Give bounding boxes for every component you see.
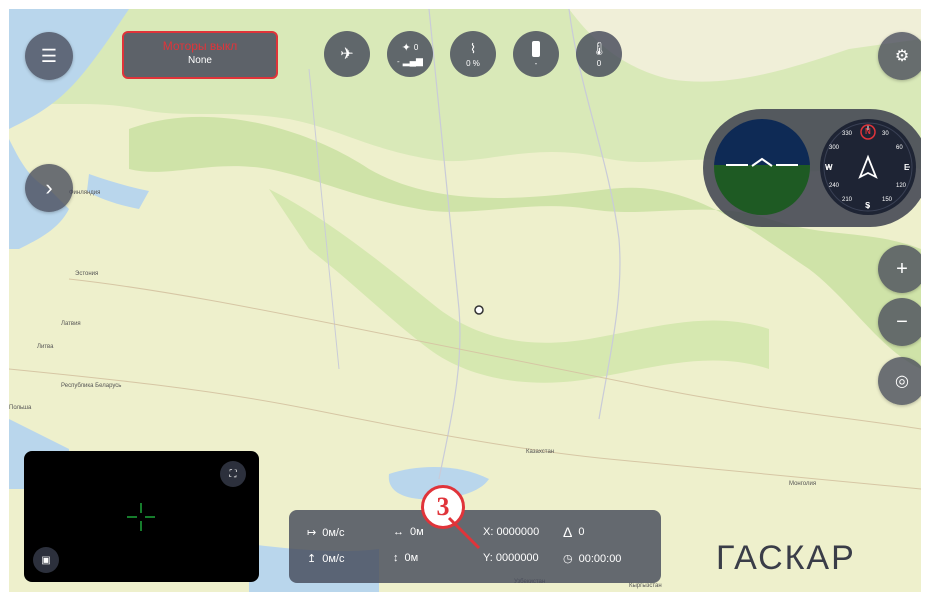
temperature-value: 0 (596, 58, 602, 68)
compass-w: W (825, 163, 833, 172)
map-label: Литва (37, 344, 54, 350)
vertical-speed: ↥ 0м/с (307, 552, 345, 566)
wifi-off-icon: ⌇ (469, 40, 477, 56)
battery-icon (532, 40, 540, 57)
menu-button[interactable]: ☰ (25, 32, 73, 80)
horizontal-speed: ↦ 0м/с (307, 526, 345, 540)
distance-icon: ↔ (393, 526, 404, 538)
compass: N E S W 30 60 120 150 210 240 300 330 (820, 119, 916, 215)
compass-tick: 120 (896, 183, 907, 189)
compass-tick: 240 (829, 183, 840, 189)
coord-y: Y: 0000000 (483, 552, 539, 564)
map-label: Латвия (61, 321, 81, 327)
heading: Δ 0 (563, 524, 585, 540)
signal-icon: ▂▄▆ (402, 56, 423, 66)
compass-tick: 150 (882, 197, 893, 203)
link-status[interactable]: ⌇ 0 % (450, 31, 496, 77)
map-label: Республика Беларусь (61, 383, 122, 389)
sliders-icon: ⚙ (894, 48, 910, 65)
fullscreen-button[interactable]: ⛶ (220, 461, 246, 487)
camera-mode-button[interactable]: ▣ (33, 547, 59, 573)
fullscreen-icon: ⛶ (229, 468, 237, 480)
battery-value: - (534, 58, 538, 68)
minus-icon: − (896, 310, 908, 333)
distance: ↔ 0м (393, 526, 424, 538)
map-label: Финляндия (69, 190, 101, 196)
artificial-horizon (714, 119, 810, 215)
expand-panel-button[interactable]: › (25, 164, 73, 212)
hamburger-icon: ☰ (40, 45, 58, 66)
compass-s: S (865, 201, 871, 210)
compass-tick: 300 (829, 145, 840, 151)
annotation-pointer (447, 516, 481, 550)
airplane-icon: ✈ (340, 46, 354, 63)
clock-icon: ◷ (563, 553, 573, 565)
map-label: Эстония (75, 271, 99, 277)
flight-time: ◷ 00:00:00 (563, 552, 622, 566)
chevron-right-icon: › (45, 175, 53, 200)
compass-tick: 330 (842, 131, 853, 137)
map-label: Кыргызстан (629, 583, 662, 589)
plus-icon: + (896, 257, 908, 280)
link-quality: 0 % (466, 58, 480, 68)
satellite-status[interactable]: ✦ 0 - ▂▄▆ (387, 31, 433, 77)
temperature-status[interactable]: 🌡 0 (576, 31, 622, 77)
heading-icon: Δ (563, 524, 573, 540)
coord-x: X: 0000000 (483, 526, 540, 538)
brand-logo: ГАСКАР (716, 539, 856, 577)
zoom-in-button[interactable]: + (878, 245, 921, 293)
map-label: Казахстан (526, 449, 555, 455)
settings-button[interactable]: ⚙ (878, 32, 921, 80)
horizontal-speed-icon: ↦ (307, 527, 317, 539)
camera-mode-icon: ▣ (41, 554, 51, 566)
map-label: Монголия (789, 481, 817, 487)
motor-status-value: None (188, 55, 212, 66)
map-label: Польша (9, 405, 32, 411)
altitude: ↕ 0м (393, 552, 419, 564)
airplane-status[interactable]: ✈ (324, 31, 370, 77)
compass-tick: 210 (842, 197, 853, 203)
thermometer-icon: 🌡 (590, 40, 608, 56)
locate-button[interactable]: ◎ (878, 357, 921, 405)
compass-n: N (865, 127, 871, 136)
compass-tick: 30 (882, 131, 889, 137)
app-frame: Финляндия Эстония Латвия Литва Республик… (9, 9, 921, 592)
satellite-icon: ✦ (401, 42, 411, 54)
target-icon: ◎ (895, 373, 909, 390)
altitude-icon: ↕ (393, 552, 399, 564)
vertical-speed-icon: ↥ (307, 553, 317, 565)
compass-tick: 60 (896, 145, 903, 151)
motor-status-panel[interactable]: Моторы выкл None (122, 31, 278, 79)
zoom-out-button[interactable]: − (878, 298, 921, 346)
satellite-count: 0 (413, 43, 419, 52)
camera-preview[interactable]: ⛶ ▣ (24, 451, 259, 582)
motor-status-title: Моторы выкл (162, 39, 238, 53)
battery-status[interactable]: - (513, 31, 559, 77)
satellite-sub: - (397, 57, 400, 66)
attitude-panel: N E S W 30 60 120 150 210 240 300 330 (703, 109, 921, 227)
compass-e: E (904, 163, 910, 172)
